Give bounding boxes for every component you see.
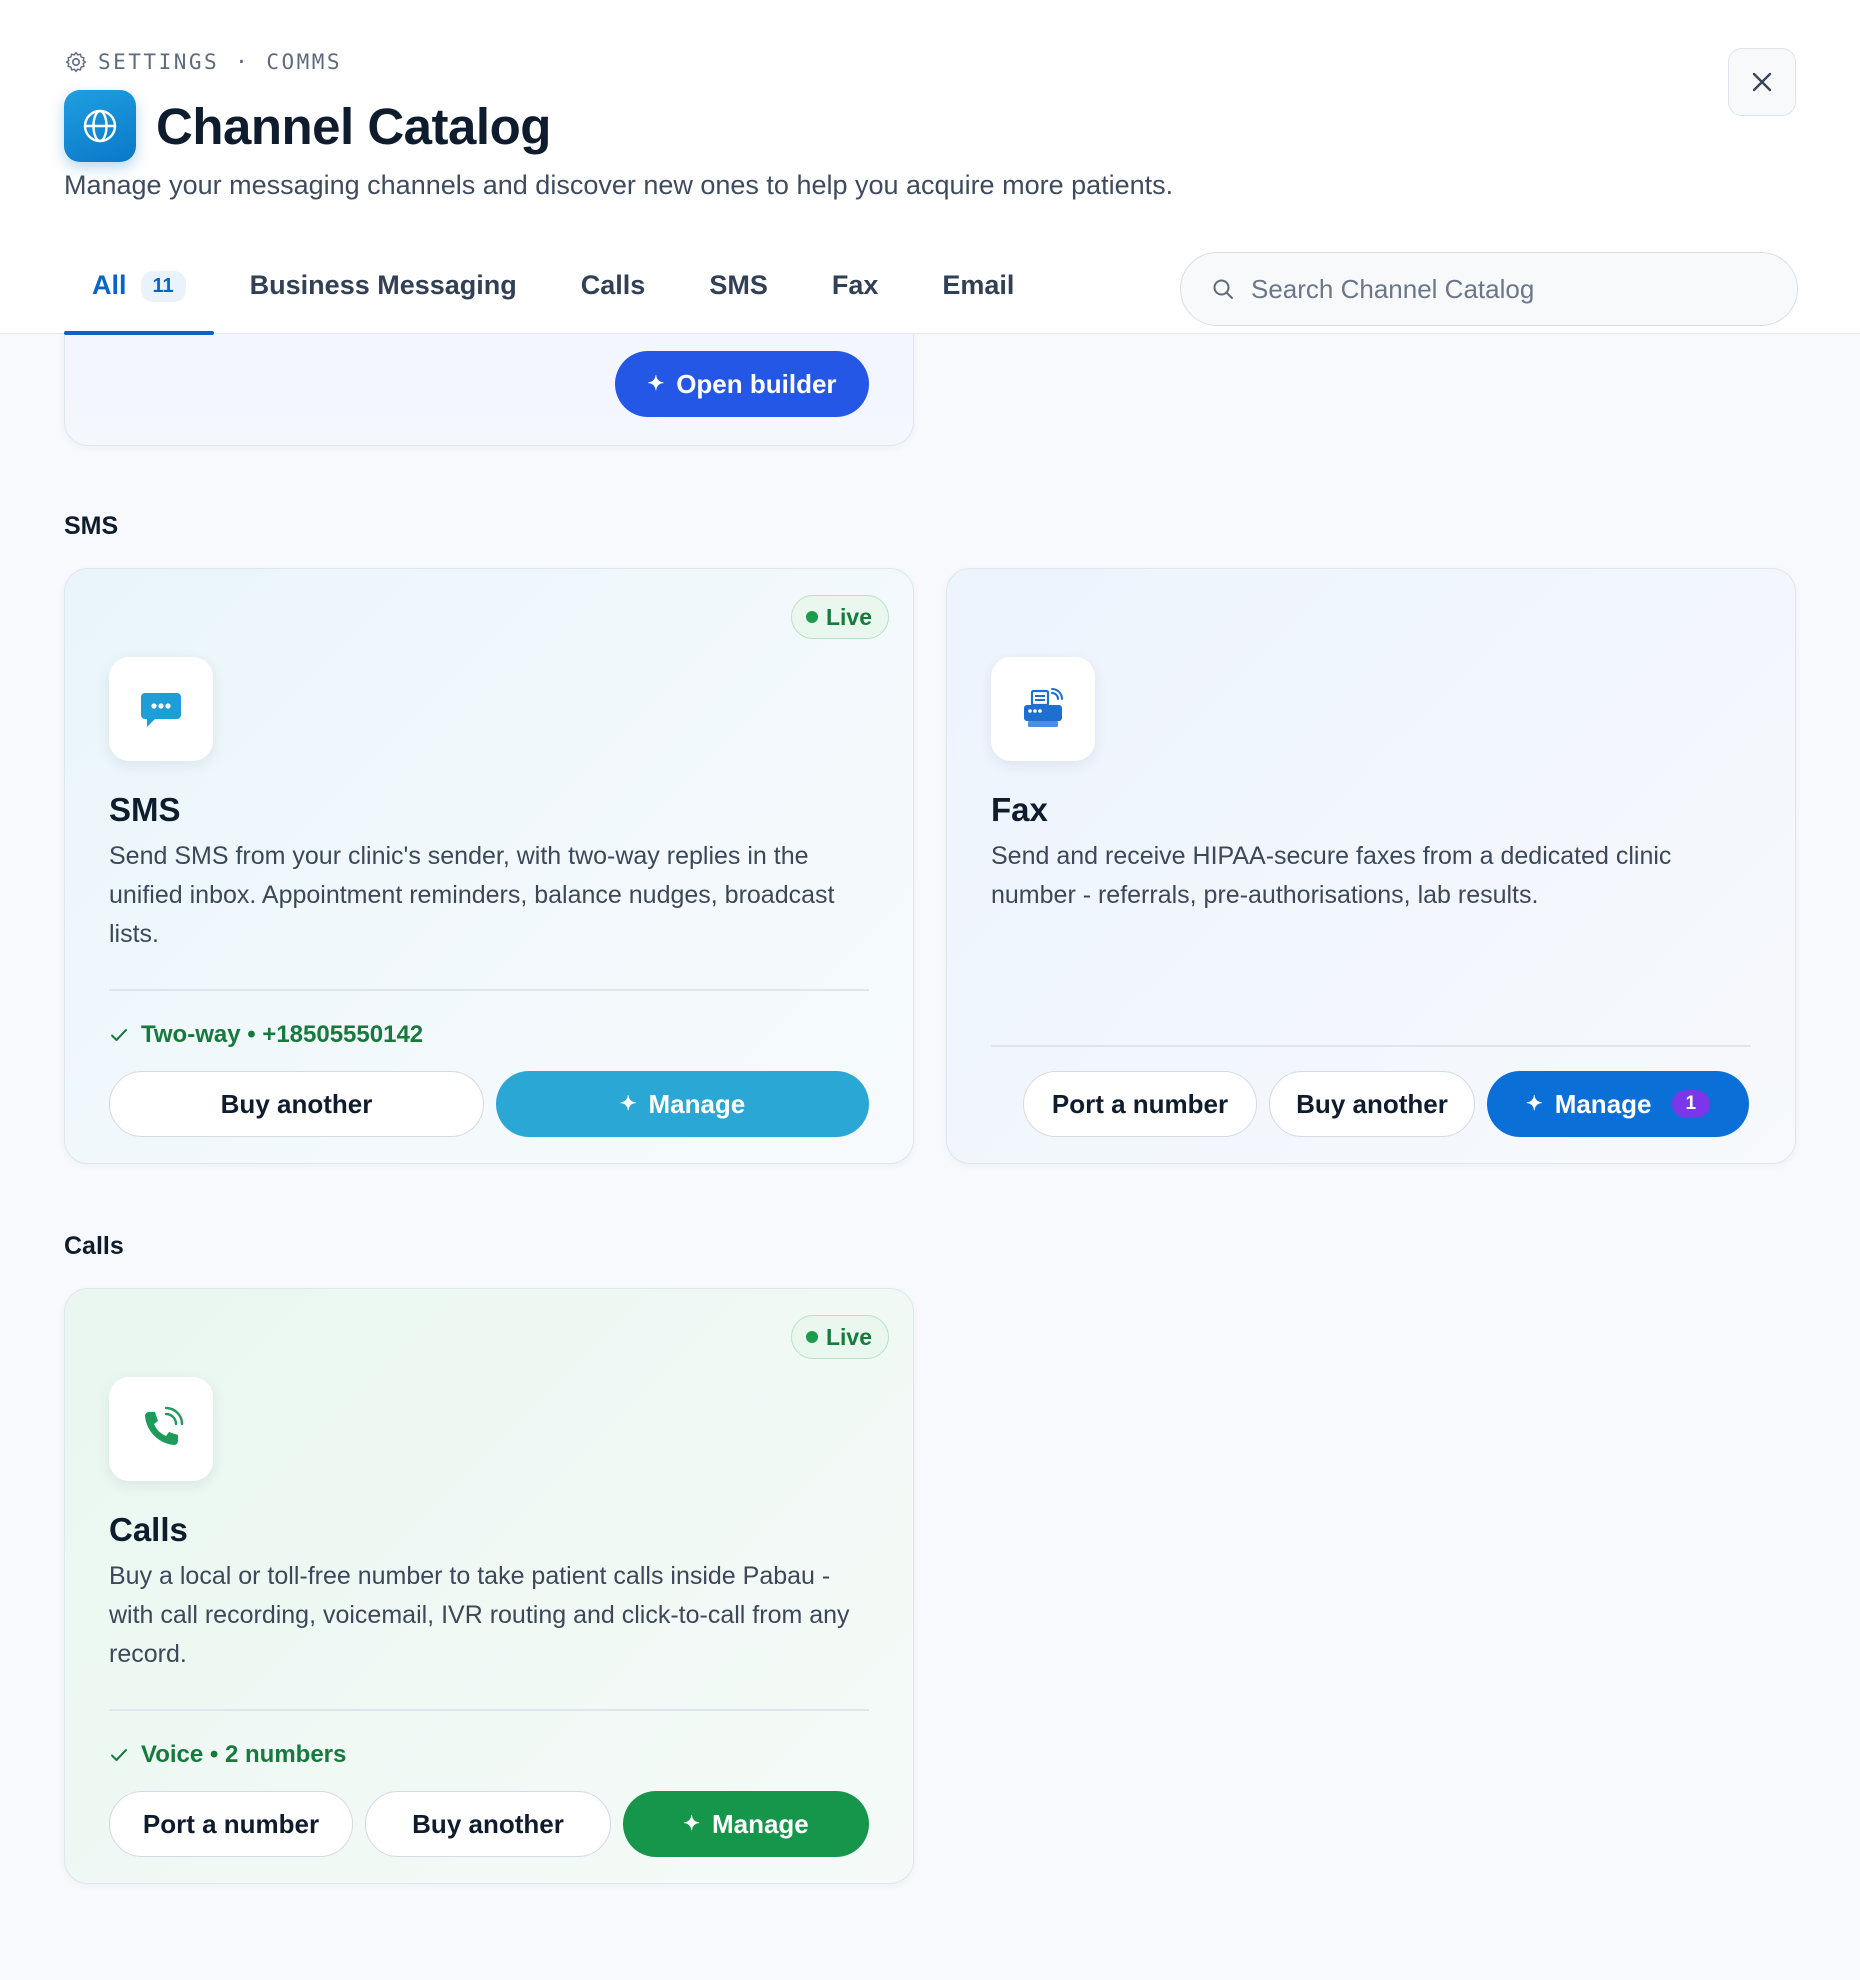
- card-title: Calls: [109, 1511, 188, 1548]
- live-dot-icon: [805, 1331, 818, 1343]
- calls-channel-card: Live Calls Buy a local or toll-free numb…: [64, 1288, 914, 1884]
- card-description: Send and receive HIPAA-secure faxes from…: [991, 842, 1672, 909]
- section-label-sms: SMS: [64, 512, 119, 540]
- card-description: Send SMS from your clinic's sender, with…: [109, 842, 835, 948]
- sparkle-icon: ✦: [683, 1813, 700, 1835]
- divider: [109, 1709, 869, 1711]
- breadcrumb-separator: ·: [235, 50, 251, 74]
- calls-status-line: Voice • 2 numbers: [109, 1741, 346, 1769]
- gear-icon: [65, 51, 87, 73]
- fax-machine-icon: [991, 657, 1095, 761]
- card-description: Buy a local or toll-free number to take …: [109, 1562, 850, 1668]
- status-badge: Live: [790, 1315, 889, 1359]
- tab-all[interactable]: All 11: [64, 250, 214, 335]
- sms-manage-button[interactable]: ✦ Manage: [496, 1071, 869, 1137]
- manage-count-badge: 1: [1671, 1090, 1711, 1118]
- card-title: SMS: [109, 791, 181, 828]
- tab-calls[interactable]: Calls: [545, 250, 674, 334]
- check-icon: [111, 1029, 127, 1041]
- phone-call-icon: [109, 1377, 213, 1481]
- sms-actions: Buy another ✦ Manage: [109, 1071, 869, 1137]
- breadcrumb-comms[interactable]: COMMS: [266, 50, 342, 74]
- channel-tabs: All 11 Business Messaging Calls SMS Fax …: [64, 250, 1042, 335]
- divider: [109, 989, 869, 991]
- page-title: Channel Catalog: [156, 97, 551, 155]
- calls-buy-another-button[interactable]: Buy another: [365, 1791, 611, 1857]
- sms-buy-another-button[interactable]: Buy another: [109, 1071, 484, 1137]
- search-icon: [1213, 279, 1233, 299]
- section-label-calls: Calls: [64, 1232, 124, 1260]
- fax-actions: Port a number Buy another ✦ Manage 1: [1023, 1071, 1751, 1137]
- page-subtitle: Manage your messaging channels and disco…: [64, 170, 1174, 200]
- sms-status-line: Two-way • +18505550142: [109, 1021, 423, 1049]
- fax-port-number-button[interactable]: Port a number: [1023, 1071, 1257, 1137]
- fax-buy-another-button[interactable]: Buy another: [1269, 1071, 1475, 1137]
- catalog-header: SETTINGS · COMMS Channel Catalog Manage …: [0, 0, 1860, 335]
- calls-port-number-button[interactable]: Port a number: [109, 1791, 353, 1857]
- sms-channel-card: Live SMS Send SMS from your clinic's sen…: [64, 568, 914, 1164]
- status-badge: Live: [790, 595, 889, 639]
- divider: [991, 1045, 1751, 1047]
- sparkle-icon: ✦: [619, 1093, 637, 1115]
- search-input[interactable]: [1251, 273, 1771, 305]
- fax-channel-card: Fax Send and receive HIPAA-secure faxes …: [946, 568, 1796, 1164]
- live-dot-icon: [805, 611, 818, 623]
- close-button[interactable]: [1728, 48, 1796, 116]
- fax-manage-button[interactable]: ✦ Manage 1: [1487, 1071, 1749, 1137]
- tab-count-badge: 11: [140, 271, 186, 302]
- sparkle-icon: ✦: [647, 373, 665, 395]
- calls-manage-button[interactable]: ✦ Manage: [623, 1791, 869, 1857]
- close-icon: [1752, 72, 1772, 92]
- calls-actions: Port a number Buy another ✦ Manage: [109, 1791, 869, 1857]
- globe-icon: [64, 90, 136, 162]
- tab-sms[interactable]: SMS: [673, 250, 796, 334]
- breadcrumb: SETTINGS · COMMS: [64, 50, 342, 74]
- check-icon: [111, 1749, 127, 1761]
- card-title: Fax: [991, 791, 1048, 828]
- tab-email[interactable]: Email: [906, 250, 1042, 334]
- tab-business-messaging[interactable]: Business Messaging: [222, 250, 545, 334]
- open-builder-button[interactable]: ✦ Open builder: [615, 351, 869, 417]
- breadcrumb-settings[interactable]: SETTINGS: [98, 50, 219, 74]
- title-row: Channel Catalog: [64, 90, 551, 162]
- sparkle-icon: ✦: [1525, 1093, 1543, 1115]
- search-box: [1180, 252, 1798, 326]
- tab-fax[interactable]: Fax: [796, 250, 907, 334]
- chat-bubble-icon: [109, 657, 213, 761]
